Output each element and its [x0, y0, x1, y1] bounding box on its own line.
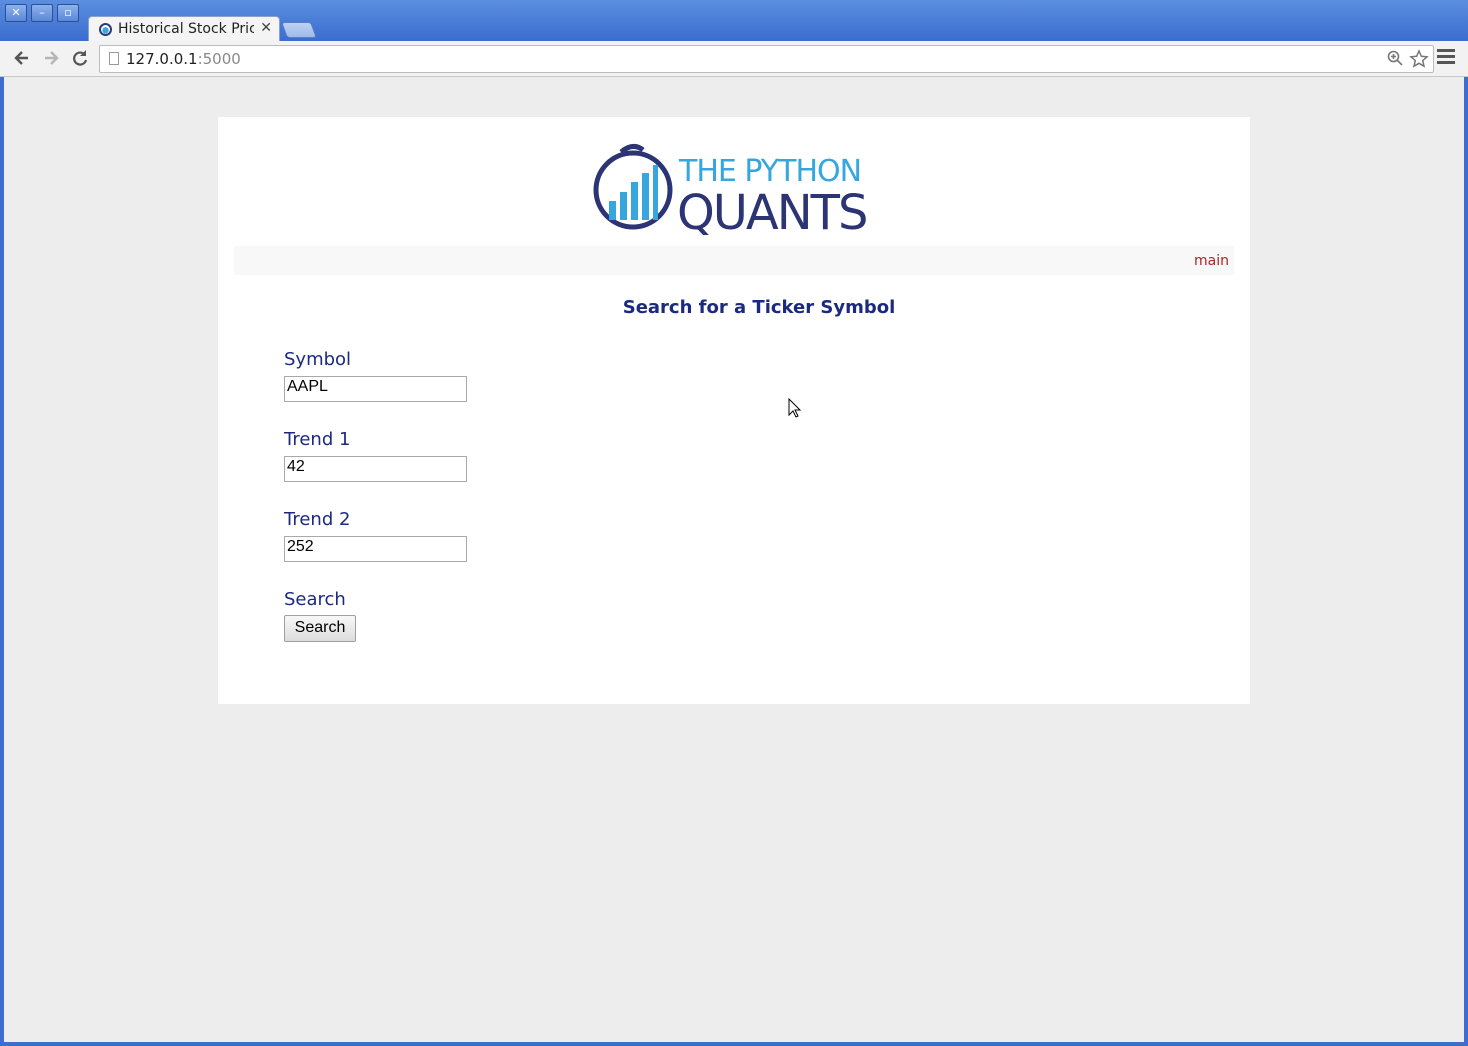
zoom-icon[interactable]	[1387, 49, 1403, 71]
page-heading: Search for a Ticker Symbol	[622, 297, 896, 318]
trend1-input[interactable]: 42	[284, 456, 467, 482]
url-host: 127.0.0.1	[126, 50, 198, 68]
symbol-input[interactable]: AAPL	[284, 376, 467, 402]
bookmark-star-icon[interactable]	[1409, 49, 1429, 73]
back-arrow-icon[interactable]	[12, 48, 32, 68]
browser-toolbar: 127.0.0.1:5000	[0, 41, 1468, 77]
browser-window: ✕ – ▫ Historical Stock Pric ✕ 127.0.0.1:…	[0, 0, 1468, 1046]
tab-close-icon[interactable]: ✕	[260, 20, 272, 36]
mouse-cursor-icon	[788, 397, 802, 418]
chrome-menu-icon[interactable]	[1437, 49, 1455, 65]
symbol-label: Symbol	[284, 349, 352, 370]
trend2-label: Trend 2	[284, 509, 351, 530]
forward-arrow-icon[interactable]	[41, 48, 61, 68]
address-bar[interactable]: 127.0.0.1:5000	[99, 45, 1434, 73]
favicon-icon	[99, 23, 112, 36]
search-label: Search	[284, 589, 346, 610]
tab-title: Historical Stock Pric	[118, 21, 254, 37]
logo-line1: THE PYTHON	[678, 154, 861, 189]
page-container: THE PYTHON QUANTS main Search for a Tick…	[218, 117, 1250, 704]
browser-tab[interactable]: Historical Stock Pric ✕	[88, 16, 280, 42]
python-quants-logo[interactable]: THE PYTHON QUANTS	[593, 143, 883, 241]
url-text[interactable]: 127.0.0.1:5000	[126, 50, 241, 68]
maximize-window-icon[interactable]: ▫	[57, 4, 79, 22]
logo-line2: QUANTS	[677, 185, 866, 235]
trend1-label: Trend 1	[284, 429, 351, 450]
minimize-window-icon[interactable]: –	[31, 4, 53, 22]
url-port: :5000	[197, 50, 241, 68]
new-tab-button[interactable]	[281, 22, 317, 38]
trend2-input[interactable]: 252	[284, 536, 467, 562]
navbar: main	[234, 246, 1234, 275]
title-bar: ✕ – ▫ Historical Stock Pric ✕	[0, 0, 1468, 42]
page-icon	[109, 52, 119, 65]
close-window-icon[interactable]: ✕	[5, 4, 27, 22]
reload-icon[interactable]	[70, 48, 90, 68]
search-button[interactable]: Search	[284, 615, 356, 642]
page-viewport: THE PYTHON QUANTS main Search for a Tick…	[4, 77, 1464, 1042]
nav-link-main[interactable]: main	[1194, 253, 1229, 269]
